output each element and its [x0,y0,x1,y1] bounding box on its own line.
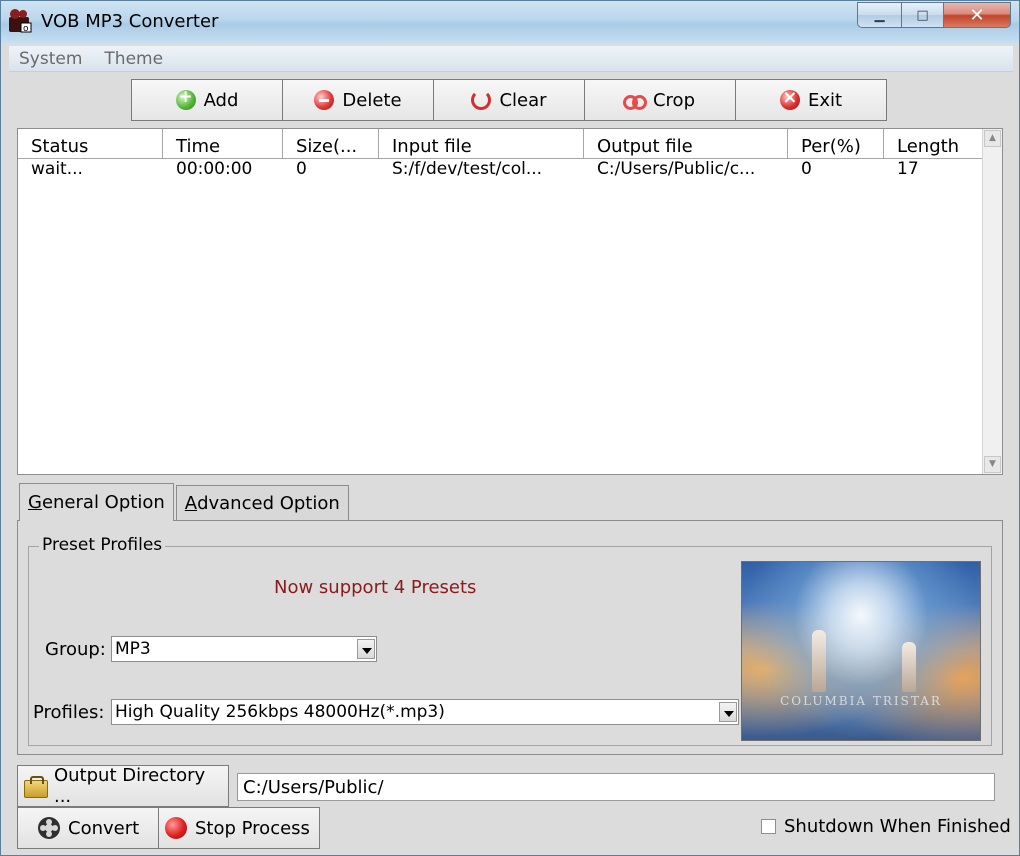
tab-general-option[interactable]: General Option [19,483,174,521]
preset-profiles-group: Preset Profiles Now support 4 Presets Gr… [28,535,992,746]
stop-icon [165,817,187,839]
cell-time: 00:00:00 [176,159,253,179]
add-button[interactable]: Add [131,79,283,121]
scissors-icon [622,90,647,110]
convert-button[interactable]: Convert [17,807,159,849]
film-camera-icon: o [7,8,33,34]
statue-figure [812,630,826,692]
tab-advanced-label: dvanced Option [197,493,340,514]
exit-label: Exit [807,89,843,111]
exit-icon [779,87,800,110]
table-row[interactable]: wait... 00:00:00 0 S:/f/dev/test/col... … [18,159,982,183]
clear-button[interactable]: Clear [433,79,585,121]
title-area: o VOB MP3 Converter [7,8,218,34]
profiles-select[interactable]: High Quality 256kbps 48000Hz(*.mp3) [111,699,739,725]
preset-profiles-legend: Preset Profiles [39,535,166,555]
chevron-down-icon[interactable] [719,702,737,722]
output-directory-label: Output Directory ... [53,765,206,807]
stop-process-button[interactable]: Stop Process [158,807,320,849]
caption-buttons: ▁ □ ✕ [857,2,1011,28]
preview-image: COLUMBIA TRISTAR [741,561,981,741]
column-size[interactable]: Size(... [283,129,379,159]
stop-process-label: Stop Process [195,817,310,839]
clear-label: Clear [499,89,547,111]
file-list[interactable]: Status Time Size(... Input file Output f… [17,128,1003,475]
exit-button[interactable]: Exit [735,79,887,121]
column-input-file[interactable]: Input file [379,129,584,159]
cell-size: 0 [296,159,307,179]
shutdown-option[interactable]: Shutdown When Finished [761,816,1011,837]
option-tabs: General Option Advanced Option [19,483,349,521]
delete-button[interactable]: Delete [282,79,434,121]
group-label: Group: [45,639,106,660]
list-scrollbar[interactable]: ▲ ▼ [982,129,1002,474]
profiles-label: Profiles: [33,702,105,723]
menu-system[interactable]: System [19,49,82,69]
app-window: o VOB MP3 Converter ▁ □ ✕ System Theme A… [0,0,1020,856]
minimize-icon: ▁ [874,7,885,23]
cell-status: wait... [31,159,83,179]
title-bar[interactable]: o VOB MP3 Converter ▁ □ ✕ [1,1,1019,43]
add-icon [175,87,196,110]
column-percent[interactable]: Per(%) [788,129,884,159]
column-output-file[interactable]: Output file [584,129,788,159]
maximize-button[interactable]: □ [901,2,943,28]
menu-bar: System Theme [9,46,1013,72]
chevron-down-icon[interactable] [357,639,375,659]
clear-icon [471,90,492,110]
cell-percent: 0 [801,159,812,179]
tab-general-accel: G [28,492,42,513]
convert-label: Convert [68,817,140,839]
scroll-up-icon[interactable]: ▲ [984,130,1001,147]
cell-input-file: S:/f/dev/test/col... [392,159,543,179]
column-time[interactable]: Time [163,129,283,159]
delete-label: Delete [342,89,402,111]
list-header: Status Time Size(... Input file Output f… [18,129,982,159]
add-label: Add [203,89,239,111]
output-path-input[interactable]: C:/Users/Public/ [237,773,995,801]
shutdown-checkbox[interactable] [761,819,776,834]
close-button[interactable]: ✕ [943,2,1011,28]
profiles-select-value: High Quality 256kbps 48000Hz(*.mp3) [115,702,445,722]
preview-logo-text: COLUMBIA TRISTAR [780,694,942,708]
support-text: Now support 4 Presets [274,577,477,598]
maximize-icon: □ [916,7,929,23]
film-reel-icon [38,817,60,839]
folder-icon [24,776,48,798]
shutdown-label: Shutdown When Finished [784,816,1011,837]
crop-button[interactable]: Crop [584,79,736,121]
group-select[interactable]: MP3 [111,636,377,662]
general-option-panel: Preset Profiles Now support 4 Presets Gr… [17,520,1003,755]
toolbar: Add Delete Clear Crop Exit [131,79,887,121]
column-length[interactable]: Length [884,129,982,159]
cell-length: 17 [897,159,919,179]
winged-horse-figure [902,642,916,692]
column-status[interactable]: Status [18,129,163,159]
tab-advanced-option[interactable]: Advanced Option [175,485,349,521]
output-directory-button[interactable]: Output Directory ... [17,765,229,807]
crop-label: Crop [652,89,695,111]
close-icon: ✕ [969,4,985,26]
minimize-button[interactable]: ▁ [857,2,901,28]
delete-icon [314,90,335,110]
tab-general-label: eneral Option [41,492,165,513]
cell-output-file: C:/Users/Public/c... [597,159,756,179]
scroll-down-icon[interactable]: ▼ [984,456,1001,473]
output-path-value: C:/Users/Public/ [243,776,384,798]
window-title: VOB MP3 Converter [41,10,219,32]
tab-advanced-accel: A [184,493,198,514]
menu-theme[interactable]: Theme [104,49,163,69]
group-select-value: MP3 [115,639,151,659]
svg-text:o: o [23,24,29,34]
